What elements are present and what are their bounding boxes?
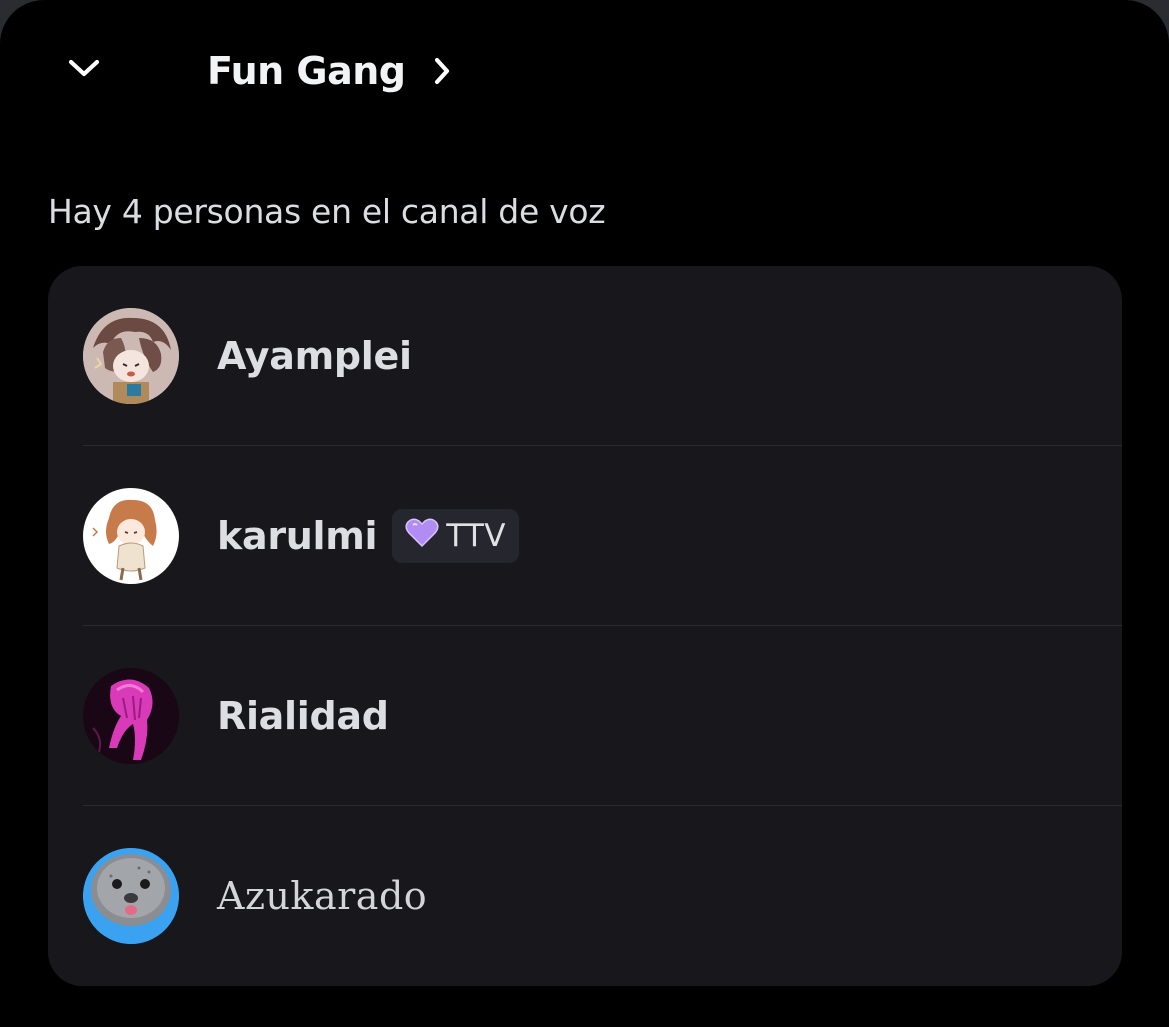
member-name: karulmi [217, 514, 378, 558]
server-tag-text: TTV [446, 518, 506, 554]
member-name-with-tag: karulmi TTV [217, 446, 519, 626]
seal-avatar [83, 848, 179, 944]
anime-boy-avatar [83, 308, 179, 404]
participant-count-label: Hay 4 personas en el canal de voz [48, 192, 606, 231]
pink-hair-avatar [83, 668, 179, 764]
chevron-down-icon [67, 57, 101, 83]
member-row[interactable]: Rialidad [48, 626, 1122, 806]
header: Fun Gang [0, 0, 1169, 140]
collapse-button[interactable] [52, 40, 116, 100]
member-name: Ayamplei [217, 334, 412, 378]
voice-channel-sheet: Fun Gang Hay 4 personas en el canal de v… [0, 0, 1169, 1027]
member-row[interactable]: Azukarado [48, 806, 1122, 986]
server-tag-badge[interactable]: TTV [392, 509, 519, 563]
channel-title: Fun Gang [207, 49, 406, 93]
chevron-right-icon [432, 56, 452, 86]
member-name: Rialidad [217, 694, 389, 738]
anime-girl-avatar [83, 488, 179, 584]
purple-heart-icon [404, 514, 440, 558]
channel-title-link[interactable]: Fun Gang [207, 38, 452, 104]
member-name: Azukarado [217, 874, 428, 918]
member-row[interactable]: Ayamplei [48, 266, 1122, 446]
member-row[interactable]: karulmi TTV [48, 446, 1122, 626]
member-list: Ayamplei karulmi TTV Rialidad Azukarado [48, 266, 1122, 986]
